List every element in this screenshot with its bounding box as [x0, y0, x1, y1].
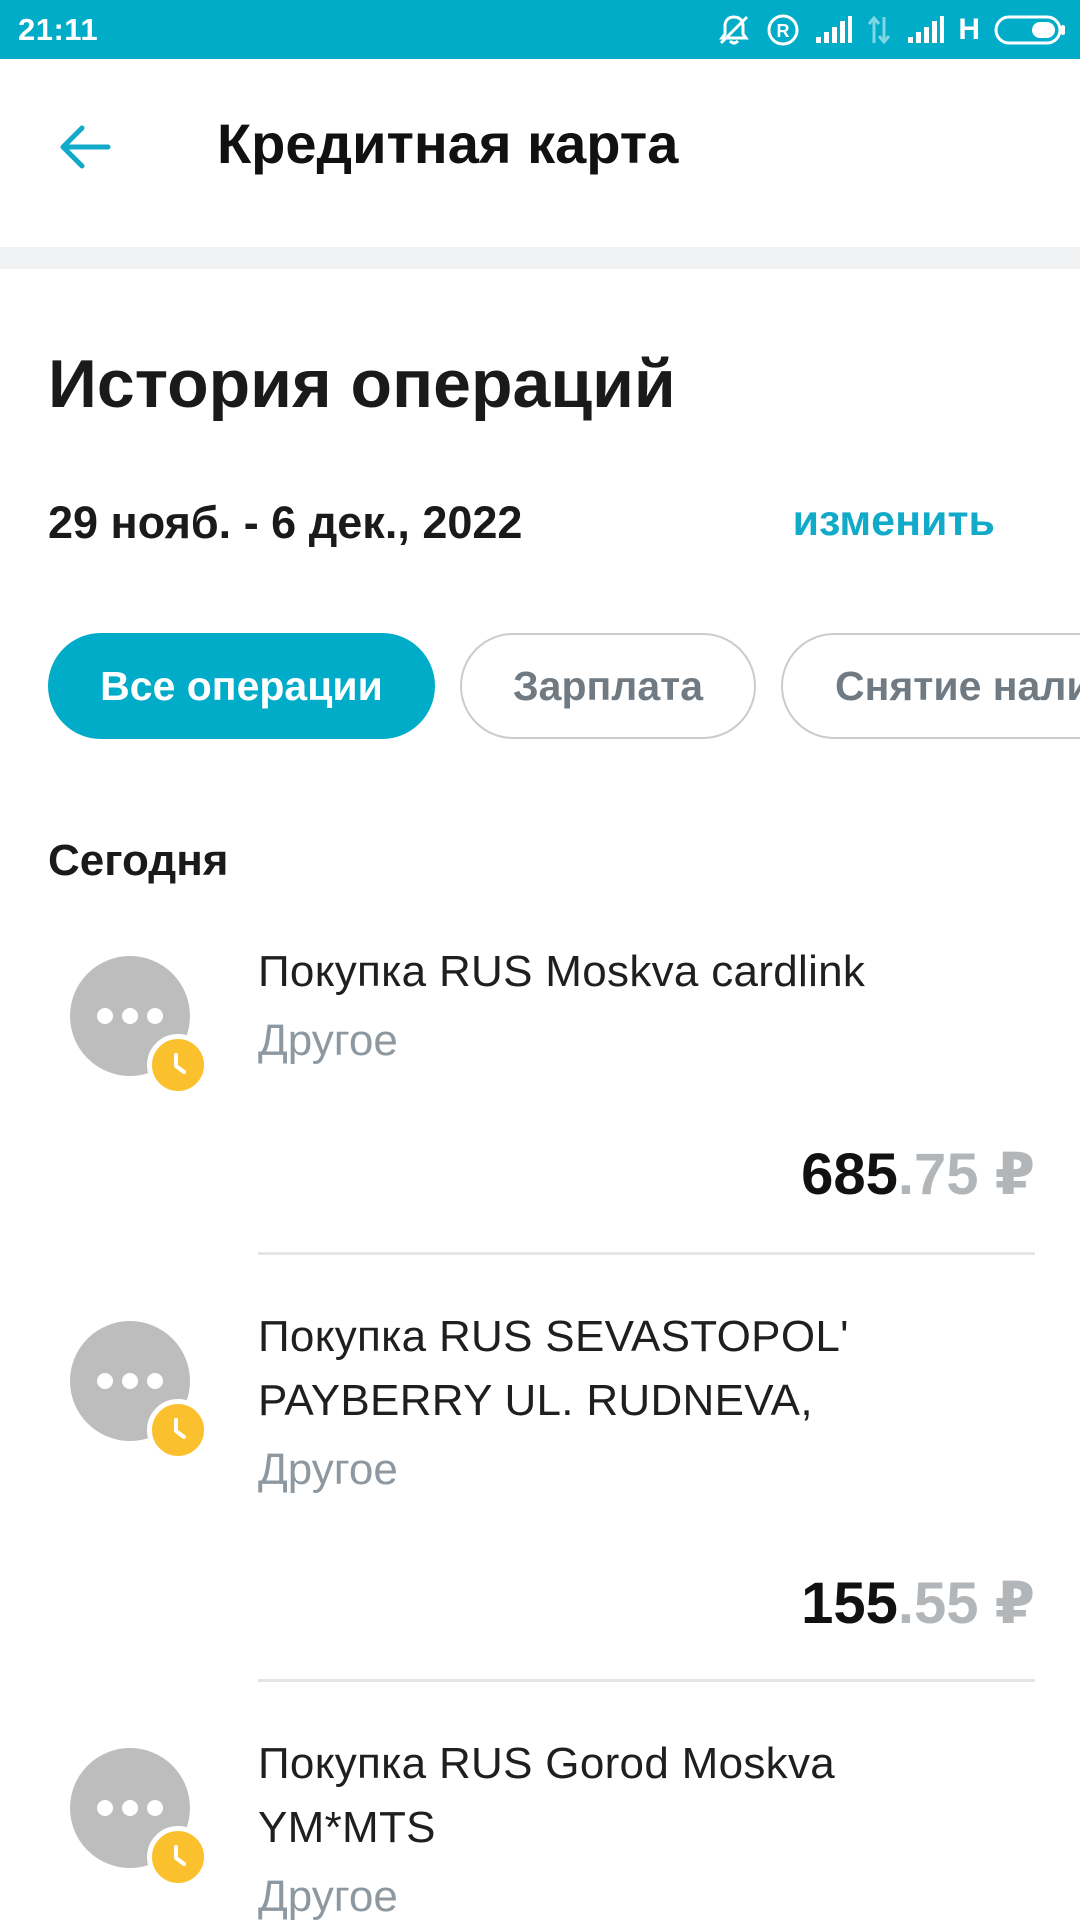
back-button[interactable] — [50, 114, 120, 184]
transaction-name-line: Покупка RUS SEVASTOPOL' — [258, 1312, 849, 1361]
amount-fraction: .75 ₽ — [897, 1142, 1035, 1207]
amount-integer: 685 — [801, 1142, 898, 1207]
change-period-link[interactable]: изменить — [793, 497, 995, 546]
date-range: 29 нояб. - 6 дек., 2022 — [48, 497, 523, 548]
divider — [258, 1679, 1035, 1682]
filter-chip-all[interactable]: Все операции — [48, 633, 435, 739]
transaction-name-line: Покупка RUS Moskva cardlink — [258, 947, 866, 996]
muted-bell-icon — [716, 12, 752, 48]
amount-integer: 155 — [801, 1571, 898, 1636]
filter-chip-cash-withdrawal[interactable]: Снятие нали — [781, 633, 1080, 739]
transaction-name-line: PAYBERRY UL. RUDNEVA, — [258, 1376, 813, 1425]
transaction-item[interactable]: Покупка RUS Gorod Moskva YM*MTS Другое — [0, 1732, 1080, 1920]
header-divider — [0, 247, 1080, 269]
transaction-category: Другое — [258, 1445, 398, 1494]
amount-fraction: .55 ₽ — [897, 1571, 1035, 1636]
app-bar: Кредитная карта — [0, 59, 1080, 247]
page-title: Кредитная карта — [217, 112, 679, 175]
data-transfer-icon — [866, 13, 892, 47]
transaction-item[interactable]: Покупка RUS SEVASTOPOL' PAYBERRY UL. RUD… — [0, 1305, 1080, 1685]
transaction-name-line: YM*MTS — [258, 1803, 436, 1852]
transaction-name: Покупка RUS Moskva cardlink — [258, 940, 1048, 1004]
transaction-name: Покупка RUS Gorod Moskva YM*MTS — [258, 1732, 1048, 1860]
network-type-label: H — [958, 13, 980, 46]
signal-icon — [814, 15, 853, 45]
clock-icon — [147, 1826, 209, 1888]
section-title: История операций — [48, 346, 676, 422]
category-avatar — [70, 1321, 209, 1461]
clock-icon — [147, 1399, 209, 1461]
svg-text:R: R — [777, 21, 790, 41]
roaming-icon: R — [766, 13, 800, 47]
transaction-amount: 155.55 ₽ — [801, 1569, 1035, 1637]
filter-chips: Все операции Зарплата Снятие нали — [48, 633, 1080, 739]
transaction-amount: 685.75 ₽ — [801, 1140, 1035, 1208]
clock-icon — [147, 1034, 209, 1096]
transaction-name: Покупка RUS SEVASTOPOL' PAYBERRY UL. RUD… — [258, 1305, 1048, 1433]
transaction-item[interactable]: Покупка RUS Moskva cardlink Другое 685.7… — [0, 940, 1080, 1260]
filter-chip-salary[interactable]: Зарплата — [460, 633, 756, 739]
category-avatar — [70, 1748, 209, 1888]
day-section-label: Сегодня — [48, 836, 229, 885]
battery-icon — [994, 14, 1066, 46]
category-avatar — [70, 956, 209, 1096]
transaction-name-line: Покупка RUS Gorod Moskva — [258, 1739, 836, 1788]
status-bar: 21:11 R H — [0, 0, 1080, 59]
status-icons: R H — [716, 10, 1066, 50]
arrow-left-icon — [58, 123, 112, 176]
transaction-category: Другое — [258, 1016, 398, 1065]
signal-icon-2 — [906, 15, 945, 45]
transaction-category: Другое — [258, 1872, 398, 1920]
status-time: 21:11 — [18, 12, 99, 47]
divider — [258, 1252, 1035, 1255]
